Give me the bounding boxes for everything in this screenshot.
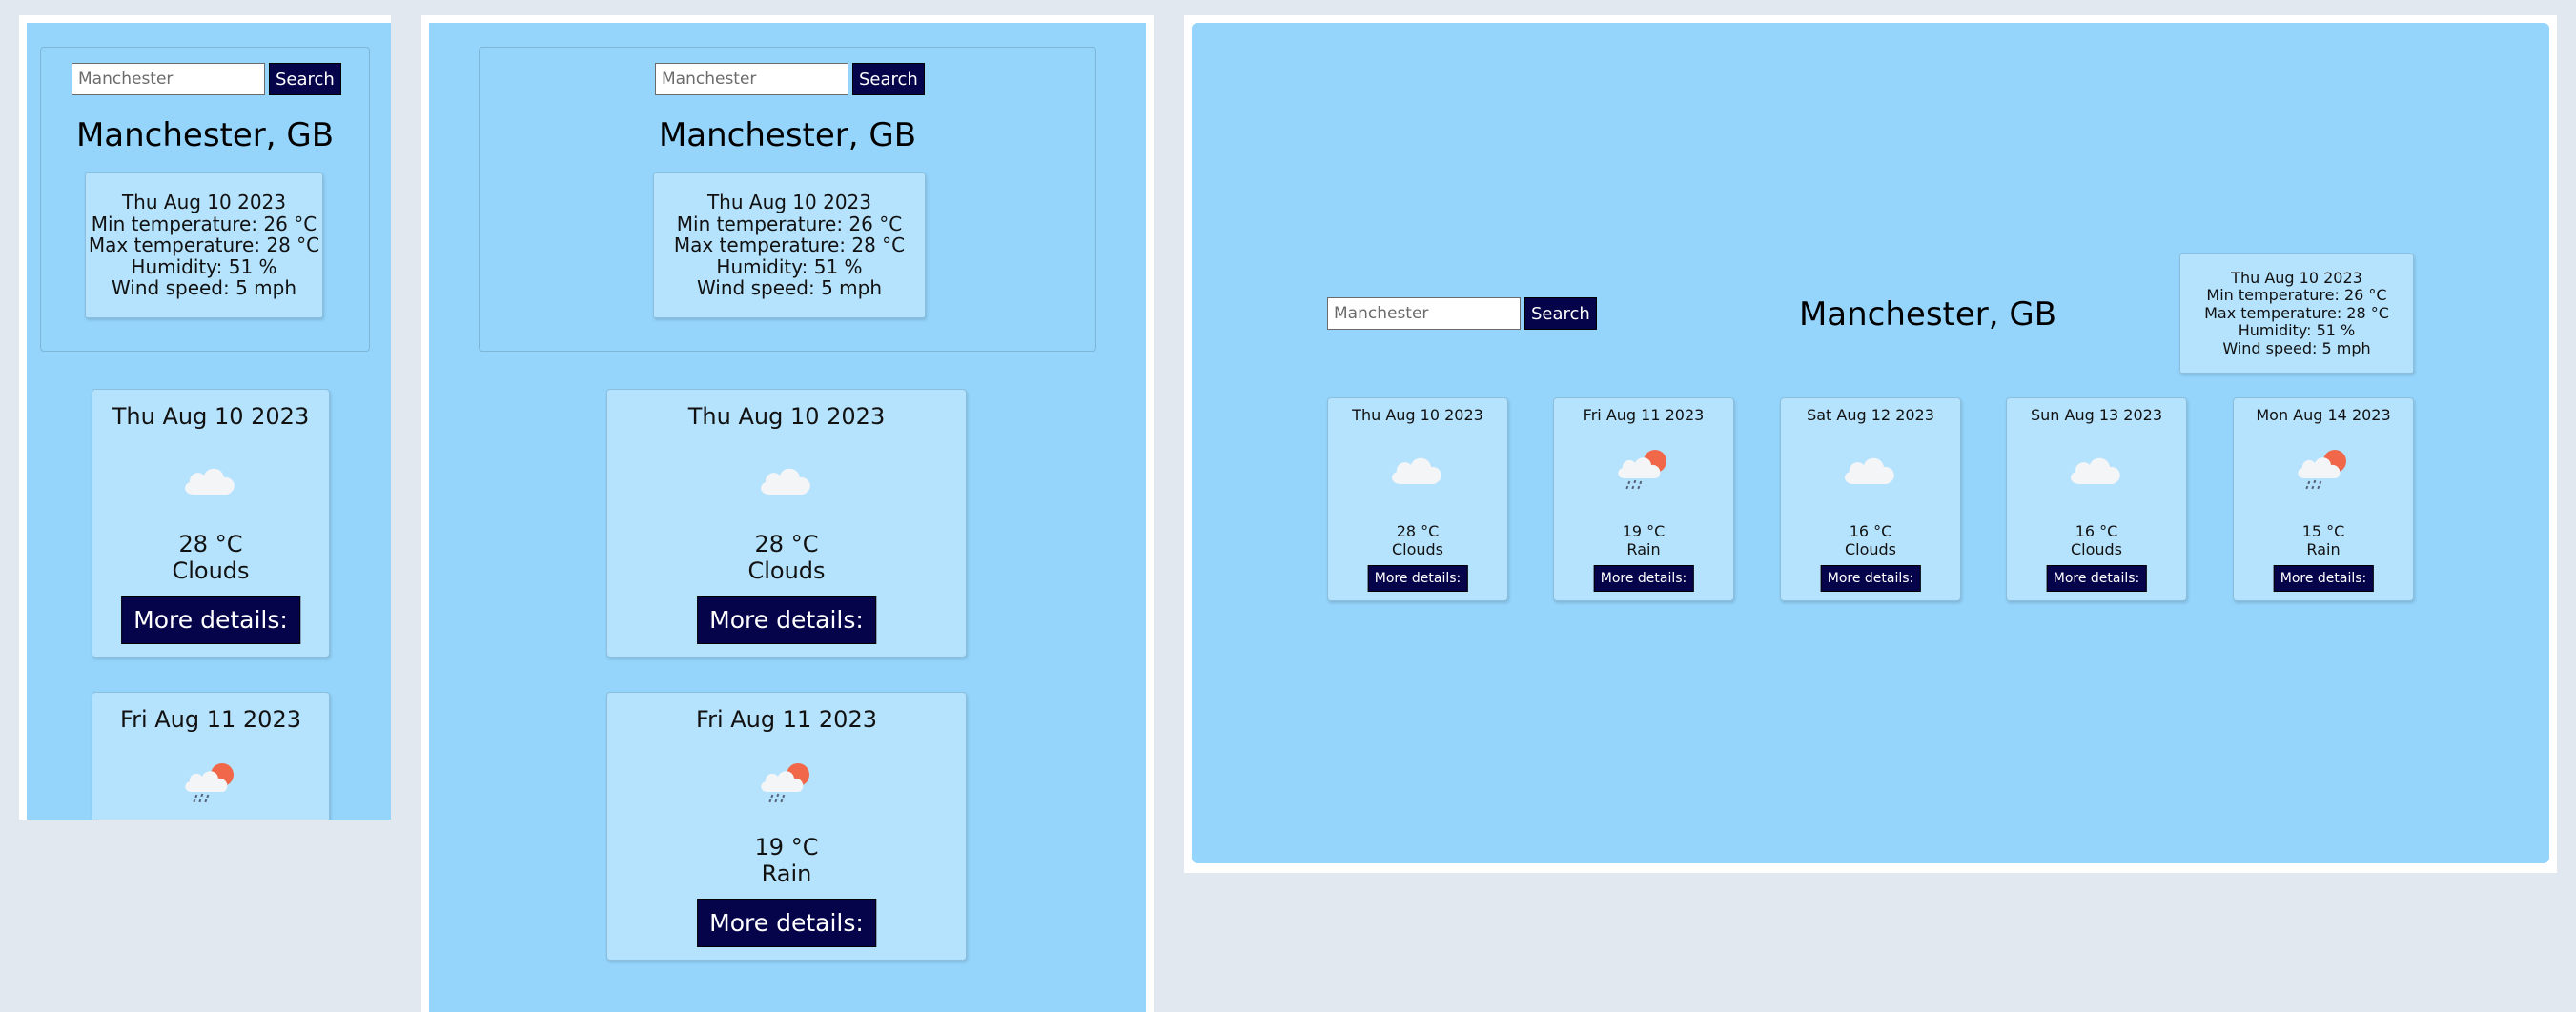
tablet-preview-viewport: Search Manchester, GB Thu Aug 10 2023 Mi… [429,23,1146,1012]
today-humidity: Humidity: 51 % [716,254,863,278]
search-input[interactable] [1327,297,1521,330]
search-form: Search [655,63,925,95]
forecast-description: Rain [1626,540,1661,558]
search-input[interactable] [72,63,265,95]
clouds-icon [1840,448,1901,490]
desktop-preview-viewport: Search Manchester, GB Thu Aug 10 2023 Mi… [1192,23,2549,863]
today-summary-box: Thu Aug 10 2023 Min temperature: 26 °C M… [85,172,323,318]
today-wind-speed: Wind speed: 5 mph [111,276,297,300]
today-summary-box: Thu Aug 10 2023 Min temperature: 26 °C M… [653,172,926,318]
current-weather-panel: Search Manchester, GB Thu Aug 10 2023 Mi… [479,47,1096,352]
forecast-card: Fri Aug 11 2023 19 °C Rain More details: [1553,397,1734,601]
search-form: Search [72,63,341,95]
city-title: Manchester, GB [75,116,335,154]
today-min-temp: Min temperature: 26 °C [676,212,903,235]
forecast-card: Sun Aug 13 2023 16 °C Clouds More detail… [2006,397,2187,601]
today-humidity: Humidity: 51 % [131,254,277,278]
forecast-card: Thu Aug 10 2023 28 °C Clouds More detail… [1327,397,1508,601]
today-date: Thu Aug 10 2023 [2231,268,2362,287]
forecast-card: Thu Aug 10 2023 28 °C Clouds More detail… [92,389,330,658]
forecast-date: Thu Aug 10 2023 [112,403,310,430]
more-details-button[interactable]: More details: [697,899,876,947]
forecast-date: Fri Aug 11 2023 [120,706,301,733]
forecast-card: Thu Aug 10 2023 28 °C Clouds More detail… [606,389,967,658]
forecast-card: Mon Aug 14 2023 15 °C Rain More details: [2233,397,2414,601]
mobile-preview-viewport: Search Manchester, GB Thu Aug 10 2023 Mi… [27,23,391,820]
rain-icon [1613,448,1674,490]
city-title: Manchester, GB [1798,295,2057,334]
forecast-temp: 15 °C [2301,522,2345,540]
forecast-date: Sun Aug 13 2023 [2030,406,2162,424]
search-button[interactable]: Search [852,63,925,95]
forecast-card: Sat Aug 12 2023 16 °C Clouds More detail… [1780,397,1961,601]
today-date: Thu Aug 10 2023 [121,191,287,214]
clouds-icon [2066,448,2127,490]
search-button[interactable]: Search [269,63,341,95]
city-title: Manchester, GB [658,116,917,154]
today-max-temp: Max temperature: 28 °C [2204,303,2389,322]
clouds-icon [180,458,241,500]
today-max-temp: Max temperature: 28 °C [673,233,906,257]
search-button[interactable]: Search [1524,297,1597,330]
search-input[interactable] [655,63,848,95]
rain-icon [2293,448,2354,490]
forecast-temp: 16 °C [2075,522,2118,540]
forecast-date: Fri Aug 11 2023 [1583,406,1705,424]
today-date: Thu Aug 10 2023 [706,191,872,214]
forecast-temp: 28 °C [1396,522,1440,540]
forecast-card: Fri Aug 11 2023 19 °C Rain More details: [92,692,330,820]
more-details-button[interactable]: More details: [697,596,876,644]
forecast-date: Fri Aug 11 2023 [696,706,877,733]
forecast-description: Clouds [1391,540,1444,558]
clouds-icon [1387,448,1448,490]
more-details-button[interactable]: More details: [2273,565,2374,592]
clouds-icon [756,458,817,500]
today-wind-speed: Wind speed: 5 mph [696,276,883,300]
today-humidity: Humidity: 51 % [2238,321,2356,340]
forecast-description: Clouds [747,557,826,584]
forecast-date: Mon Aug 14 2023 [2256,406,2391,424]
forecast-temp: 28 °C [178,531,243,557]
more-details-button[interactable]: More details: [2046,565,2147,592]
more-details-button[interactable]: More details: [121,596,300,644]
forecast-card: Fri Aug 11 2023 19 °C Rain More details: [606,692,967,961]
more-details-button[interactable]: More details: [1367,565,1468,592]
forecast-temp: 19 °C [1622,522,1666,540]
today-summary-box: Thu Aug 10 2023 Min temperature: 26 °C M… [2179,253,2414,374]
forecast-date: Sat Aug 12 2023 [1807,406,1934,424]
search-form: Search [1327,297,1597,330]
forecast-date: Thu Aug 10 2023 [687,403,886,430]
current-weather-panel: Search Manchester, GB Thu Aug 10 2023 Mi… [40,47,370,352]
forecast-description: Rain [2306,540,2341,558]
today-wind-speed: Wind speed: 5 mph [2222,338,2371,357]
rain-icon [180,761,241,803]
forecast-description: Clouds [2070,540,2123,558]
more-details-button[interactable]: More details: [1820,565,1921,592]
today-min-temp: Min temperature: 26 °C [2206,286,2387,305]
rain-icon [756,761,817,803]
today-min-temp: Min temperature: 26 °C [91,212,317,235]
forecast-description: Clouds [172,557,250,584]
forecast-temp: 28 °C [754,531,819,557]
more-details-button[interactable]: More details: [1593,565,1694,592]
forecast-description: Clouds [1844,540,1897,558]
forecast-date: Thu Aug 10 2023 [1352,406,1483,424]
forecast-temp: 19 °C [754,834,819,860]
today-max-temp: Max temperature: 28 °C [88,233,320,257]
forecast-temp: 16 °C [1849,522,1892,540]
forecast-description: Rain [761,860,812,887]
